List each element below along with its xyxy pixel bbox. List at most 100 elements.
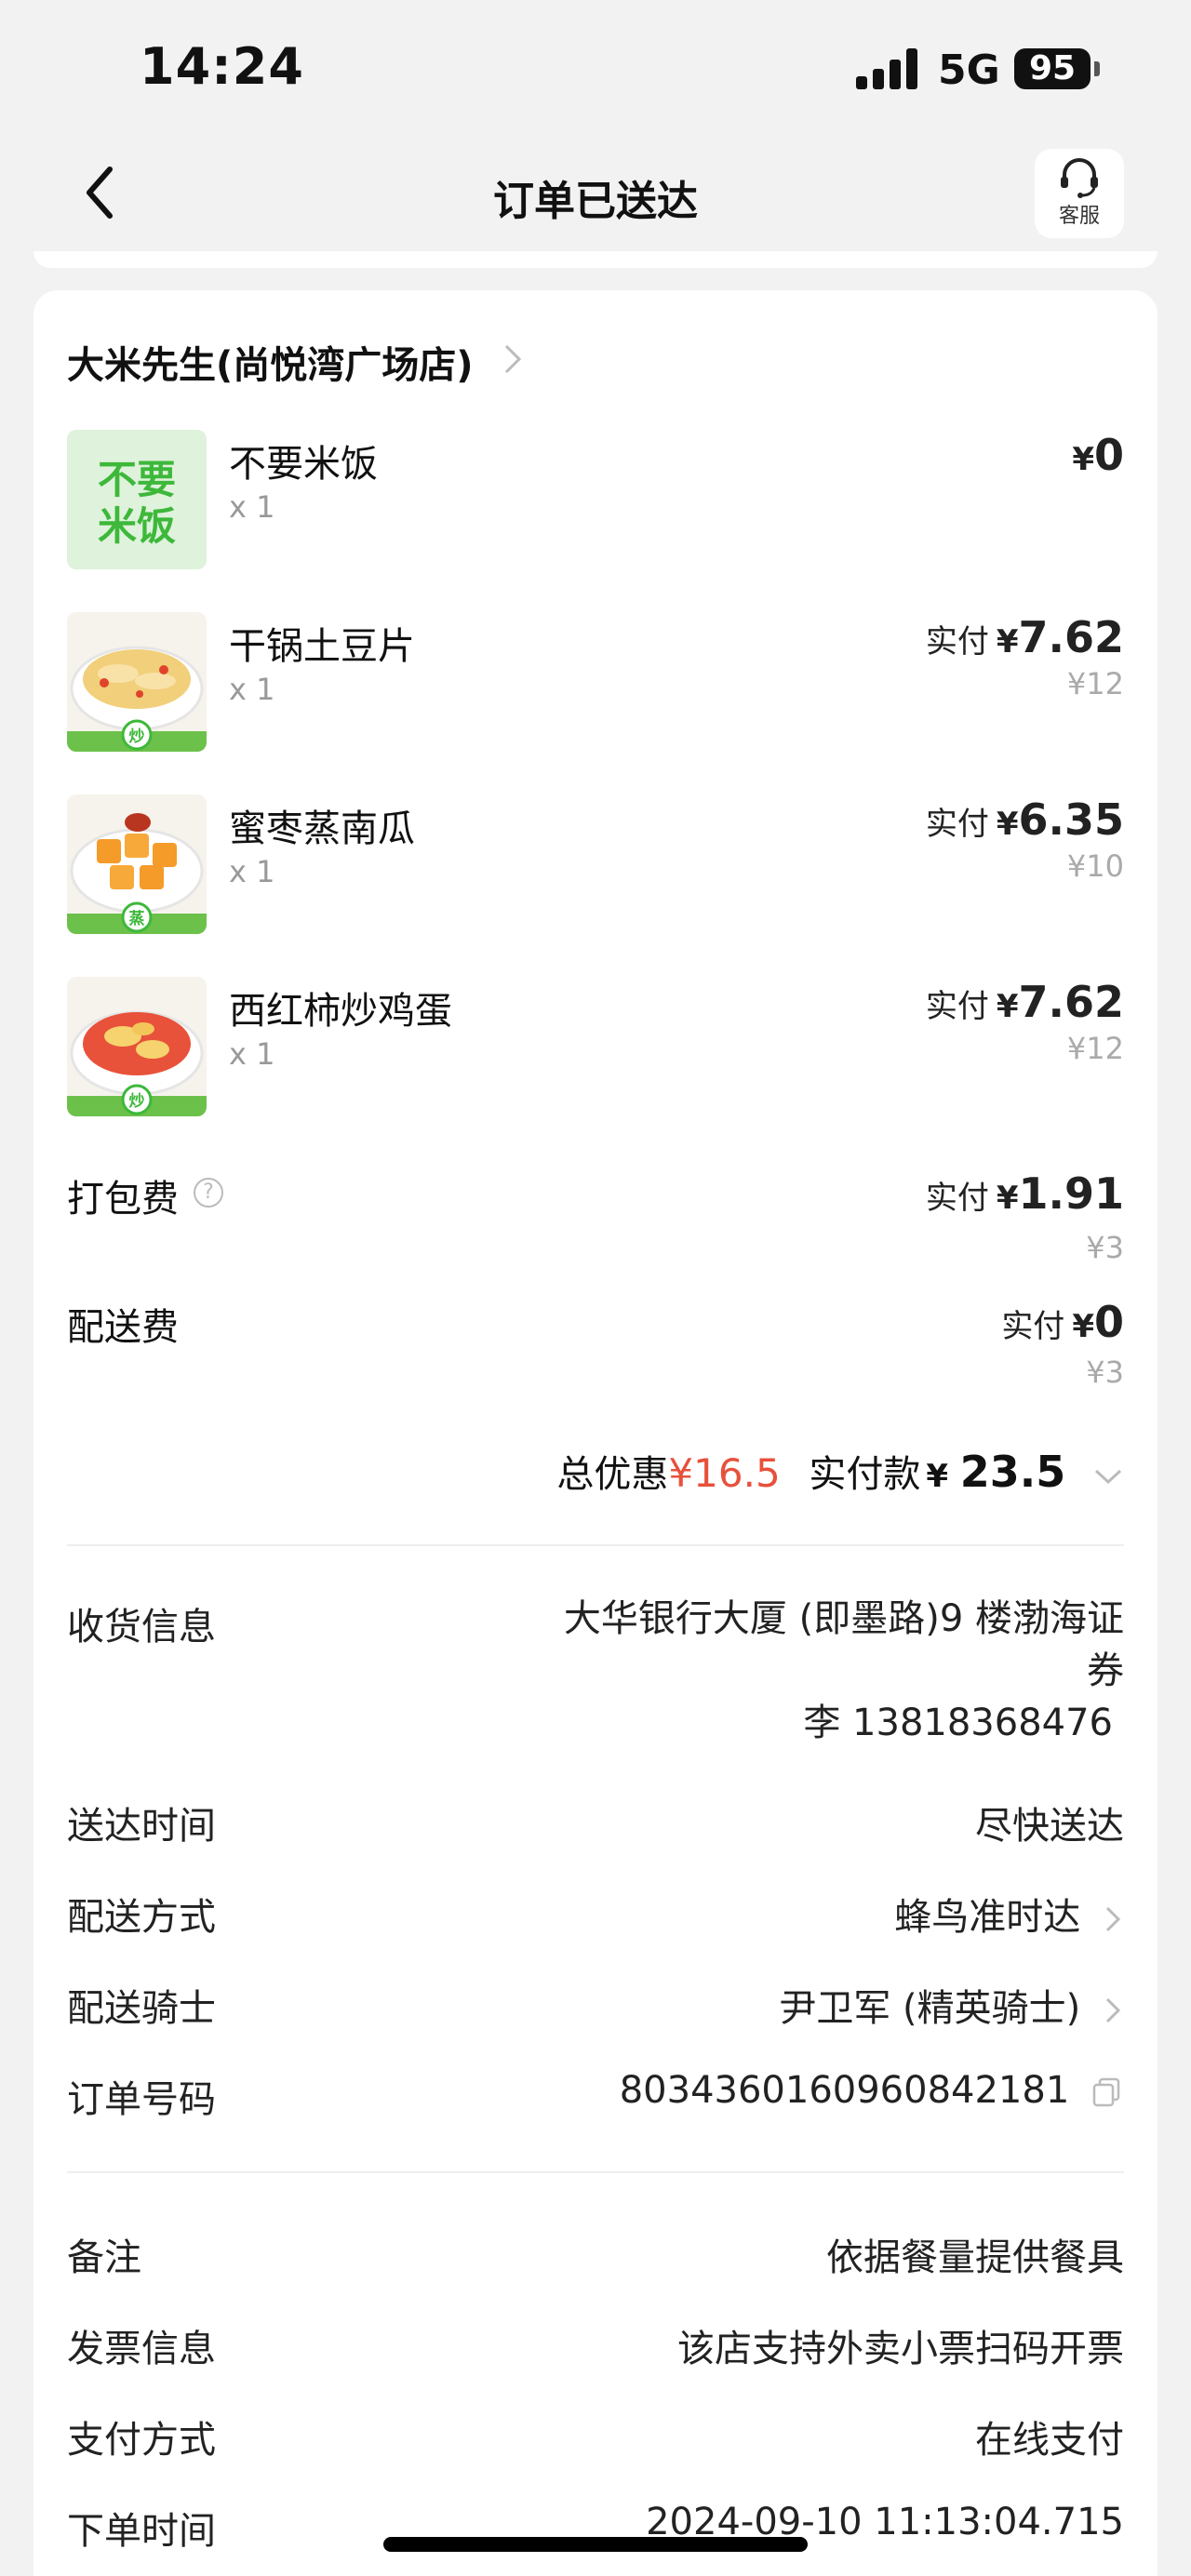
battery-tip	[1094, 61, 1100, 76]
order-item[interactable]: 蒸 蜜枣蒸南瓜 x 1 实付 ¥6.35 ¥10	[67, 794, 1124, 934]
paid-amount: 0	[1093, 430, 1124, 480]
original-price: ¥3	[1086, 1230, 1124, 1265]
rider-row[interactable]: 配送骑士 尹卫军 (精英骑士)	[67, 1978, 1124, 2034]
network-type: 5G	[938, 47, 1000, 94]
item-name: 干锅土豆片	[229, 625, 415, 668]
currency: ¥	[996, 1180, 1019, 1217]
paid-prefix: 实付	[925, 623, 989, 661]
original-price: ¥12	[1066, 1031, 1124, 1066]
order-time-label: 下单时间	[67, 2510, 216, 2553]
item-badge: 炒	[129, 1092, 145, 1111]
payment-value: 在线支付	[975, 2419, 1124, 2462]
paid-amount: 7.62	[1018, 612, 1125, 662]
chevron-right-icon	[1105, 1997, 1121, 2023]
item-badge: 蒸	[129, 910, 145, 928]
item-name: 西红柿炒鸡蛋	[229, 990, 452, 1033]
delivery-time-label: 送达时间	[67, 1805, 216, 1848]
paid-prefix: 实付	[925, 1180, 989, 1217]
remark-row: 备注 依据餐量提供餐具	[67, 2227, 1124, 2283]
original-price: ¥12	[1066, 666, 1124, 701]
remark-label: 备注	[67, 2236, 141, 2279]
packing-fee-row: 打包费 ? 实付 ¥1.91 ¥3	[67, 1168, 1124, 1280]
item-price: 实付 ¥7.62 ¥12	[926, 612, 1124, 701]
order-total[interactable]: 总优惠¥16.5 实付款 ¥ 23.5	[556, 1444, 1124, 1498]
discount-label: 总优惠	[556, 1453, 669, 1496]
paid-prefix: 实付	[925, 988, 989, 1025]
address-line2: 券	[1087, 1649, 1124, 1692]
discount-value: ¥16.5	[668, 1450, 781, 1496]
divider	[67, 2171, 1124, 2173]
invoice-row: 发票信息 该店支持外卖小票扫码开票	[67, 2318, 1124, 2374]
currency: ¥	[926, 1458, 949, 1495]
payment-row: 支付方式 在线支付	[67, 2409, 1124, 2465]
receiver-value: 大华银行大厦 (即墨路)9 楼渤海证 券 李 13818368476	[564, 1593, 1124, 1749]
chevron-right-icon	[1105, 1906, 1121, 1932]
item-qty: x 1	[229, 854, 275, 889]
delivery-method-label: 配送方式	[67, 1896, 216, 1939]
packing-fee-price: 实付 ¥1.91 ¥3	[926, 1168, 1124, 1265]
order-item[interactable]: 不要 米饭 不要米饭 x 1 ¥0	[67, 430, 1124, 569]
paid-prefix: 实付	[1001, 1308, 1065, 1345]
paid-amount: 7.62	[1018, 977, 1125, 1027]
currency: ¥	[996, 623, 1019, 661]
rider-value-wrap: 尹卫军 (精英骑士)	[779, 1978, 1124, 2032]
order-number-row: 订单号码 8034360160960842181	[67, 2069, 1124, 2125]
chevron-right-icon[interactable]	[499, 340, 525, 378]
payment-label: 支付方式	[67, 2419, 216, 2462]
delivery-method-value: 蜂鸟准时达	[894, 1896, 1081, 1939]
delivery-method-value-wrap: 蜂鸟准时达	[894, 1887, 1124, 1941]
item-name: 不要米饭	[229, 443, 378, 486]
signal-icon	[856, 48, 919, 89]
item-name: 蜜枣蒸南瓜	[229, 808, 415, 850]
original-price: ¥3	[1086, 1355, 1124, 1390]
delivery-fee-price: 实付 ¥0 ¥3	[1001, 1297, 1124, 1390]
shop-name[interactable]: 大米先生(尚悦湾广场店)	[67, 335, 474, 389]
item-thumbnail: 炒	[67, 977, 207, 1116]
currency: ¥	[1072, 1308, 1094, 1345]
receiver-label: 收货信息	[67, 1606, 216, 1648]
status-time: 14:24	[140, 37, 304, 96]
order-item[interactable]: 炒 西红柿炒鸡蛋 x 1 实付 ¥7.62 ¥12	[67, 977, 1124, 1116]
invoice-value: 该店支持外卖小票扫码开票	[677, 2328, 1124, 2370]
home-indicator[interactable]	[383, 2537, 808, 2552]
item-thumbnail: 不要 米饭	[67, 430, 207, 569]
paid-total-value: 23.5	[959, 1447, 1066, 1497]
currency: ¥	[1072, 441, 1094, 478]
status-bar: 14:24 5G 95	[0, 0, 1191, 140]
item-price: 实付 ¥7.62 ¥12	[926, 977, 1124, 1066]
battery-icon: 95	[1014, 48, 1091, 89]
order-number-label: 订单号码	[67, 2078, 216, 2121]
copy-icon[interactable]	[1091, 2075, 1124, 2109]
help-icon[interactable]: ?	[194, 1178, 223, 1208]
receiver-info-row: 收货信息 大华银行大厦 (即墨路)9 楼渤海证 券 李 13818368476	[67, 1596, 1124, 1755]
paid-amount: 0	[1093, 1297, 1124, 1347]
delivery-fee-row: 配送费 实付 ¥0 ¥3	[67, 1297, 1124, 1408]
chevron-down-icon[interactable]	[1092, 1465, 1124, 1488]
divider	[67, 1544, 1124, 1546]
item-badge: 炒	[129, 727, 145, 746]
order-number-value-wrap: 8034360160960842181	[620, 2069, 1124, 2112]
address-line1: 大华银行大厦 (即墨路)9 楼渤海证	[563, 1597, 1124, 1640]
item-qty: x 1	[229, 1036, 275, 1072]
service-label: 客服	[1058, 205, 1100, 228]
thumb-text-line1: 不要	[98, 457, 176, 502]
order-item[interactable]: 炒 干锅土豆片 x 1 实付 ¥7.62 ¥12	[67, 612, 1124, 752]
paid-prefix: 实付	[925, 806, 989, 843]
item-qty: x 1	[229, 672, 275, 707]
item-thumbnail: 蒸	[67, 794, 207, 934]
rider-label: 配送骑士	[67, 1987, 216, 2030]
previous-card-edge	[33, 251, 1158, 268]
item-thumbnail: 炒	[67, 612, 207, 752]
nav-bar: 订单已送达 客服	[0, 140, 1191, 251]
customer-service-button[interactable]: 客服	[1035, 149, 1124, 238]
delivery-fee-label: 配送费	[67, 1306, 179, 1349]
original-price: ¥10	[1066, 848, 1124, 884]
currency: ¥	[996, 806, 1019, 843]
currency: ¥	[996, 988, 1019, 1025]
paid-amount: 6.35	[1018, 794, 1125, 845]
item-price: ¥0	[1064, 430, 1124, 480]
delivery-method-row[interactable]: 配送方式 蜂鸟准时达	[67, 1887, 1124, 1942]
order-number-value: 8034360160960842181	[619, 2069, 1070, 2112]
paid-amount: 1.91	[1018, 1168, 1125, 1219]
delivery-time-value: 尽快送达	[975, 1805, 1124, 1848]
